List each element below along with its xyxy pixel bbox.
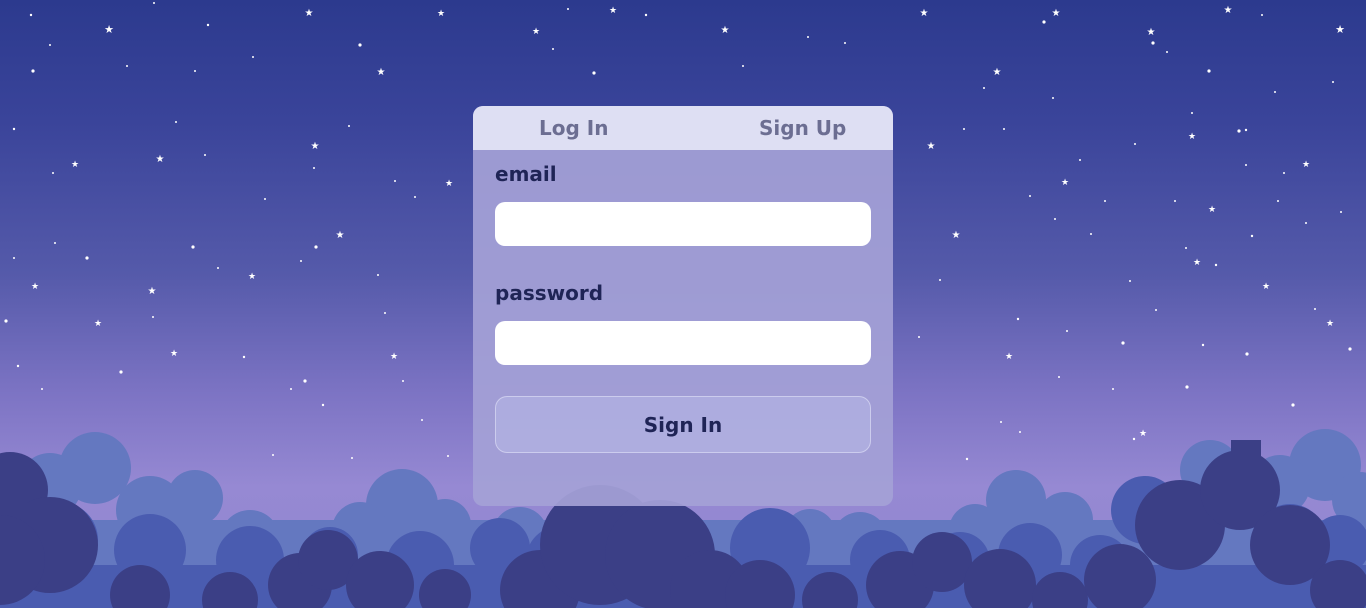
sign-in-button[interactable]: Sign In xyxy=(495,396,871,453)
login-card: Log In Sign Up email password Sign In xyxy=(473,106,893,506)
tab-log-in[interactable]: Log In xyxy=(539,106,608,150)
password-label: password xyxy=(495,281,604,305)
password-field[interactable] xyxy=(495,321,871,365)
tab-sign-up[interactable]: Sign Up xyxy=(759,106,846,150)
email-field[interactable] xyxy=(495,202,871,246)
auth-tabs: Log In Sign Up xyxy=(473,106,893,150)
email-label: email xyxy=(495,162,557,186)
